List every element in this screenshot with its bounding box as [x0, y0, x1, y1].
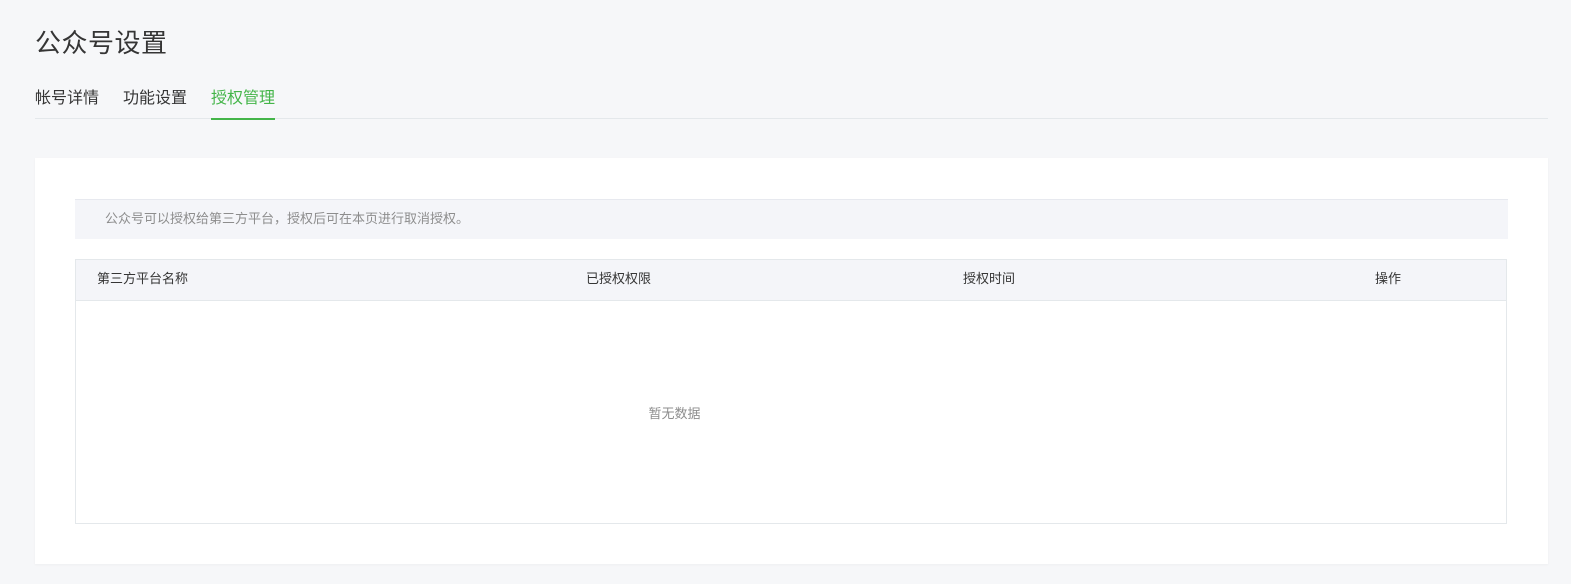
tab-authorization-management[interactable]: 授权管理 [211, 84, 276, 120]
page: 公众号设置 帐号详情 功能设置 授权管理 公众号可以授权给第三方平台，授权后可在… [0, 0, 1571, 584]
tab-account-details[interactable]: 帐号详情 [35, 84, 99, 119]
column-header-authorization-time: 授权时间 [963, 272, 1016, 287]
authorization-card: 公众号可以授权给第三方平台，授权后可在本页进行取消授权。 第三方平台名称 已授权… [35, 158, 1548, 564]
column-header-authorized-permissions: 已授权权限 [586, 272, 652, 287]
column-header-platform-name: 第三方平台名称 [97, 272, 189, 287]
tab-bar: 帐号详情 功能设置 授权管理 [35, 84, 1548, 120]
table-header: 第三方平台名称 已授权权限 授权时间 操作 [76, 260, 1506, 301]
page-title: 公众号设置 [35, 29, 168, 59]
column-header-actions: 操作 [1375, 272, 1402, 287]
empty-state-text: 暂无数据 [648, 406, 701, 422]
authorized-platforms-table: 第三方平台名称 已授权权限 授权时间 操作 暂无数据 [75, 259, 1507, 524]
tab-feature-settings[interactable]: 功能设置 [123, 84, 187, 119]
empty-state: 暂无数据 [76, 301, 1273, 523]
authorization-notice: 公众号可以授权给第三方平台，授权后可在本页进行取消授权。 [75, 199, 1508, 239]
